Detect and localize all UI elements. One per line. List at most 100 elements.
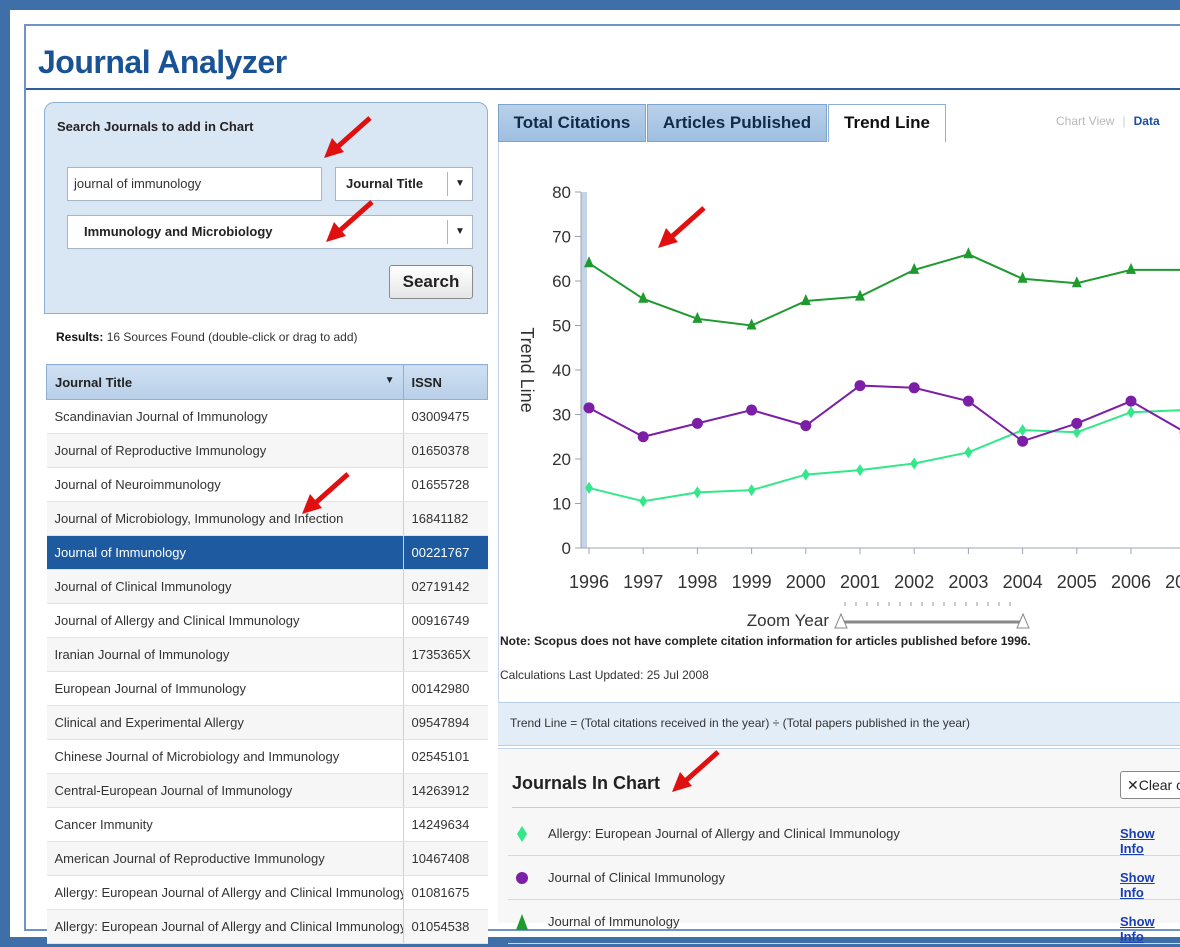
table-row[interactable]: Central-European Journal of Immunology 14… — [46, 773, 488, 808]
tab-articles-published[interactable]: Articles Published — [647, 104, 827, 142]
search-panel: Search Journals to add in Chart journal … — [44, 102, 488, 314]
data-point — [800, 420, 812, 432]
y-axis-label: Trend Line — [517, 327, 537, 412]
results-summary: Results: 16 Sources Found (double-click … — [56, 330, 358, 344]
table-row[interactable]: Allergy: European Journal of Allergy and… — [46, 875, 488, 910]
data-point — [800, 294, 811, 306]
data-point — [1017, 435, 1029, 447]
y-tick-label: 30 — [552, 406, 571, 425]
journal-title-cell: Cancer Immunity — [46, 807, 403, 842]
journal-title-cell: Iranian Journal of Immunology — [46, 637, 403, 672]
journals-in-chart-panel: Journals In Chart ✕Clear c Allergy: Euro… — [498, 748, 1180, 944]
search-button[interactable]: Search — [389, 265, 473, 299]
chart-panel: 0 10 20 30 40 50 60 70 80 Trend Line 1996 1997 1998 1… — [498, 142, 1180, 702]
data-point — [637, 431, 649, 443]
show-info-link[interactable]: Show Info — [1120, 914, 1180, 944]
search-input[interactable]: journal of immunology — [67, 167, 322, 201]
table-row[interactable]: European Journal of Immunology 00142980 — [46, 671, 488, 706]
table-row[interactable]: Cancer Immunity 14249634 — [46, 807, 488, 842]
table-row[interactable]: Journal of Reproductive Immunology 016503… — [46, 433, 488, 468]
zoom-year-label: Zoom Year — [747, 611, 830, 630]
data-point — [801, 468, 810, 481]
data-point — [1125, 395, 1137, 407]
series-line — [588, 384, 1180, 443]
data-point — [1127, 406, 1135, 419]
tab-total-citations[interactable]: Total Citations — [498, 104, 646, 142]
x-tick-label: 1998 — [677, 572, 717, 592]
journal-in-chart-row: Journal of Immunology Show Info — [508, 901, 1180, 944]
data-point — [639, 495, 648, 508]
y-tick-label: 10 — [552, 495, 571, 514]
data-point — [746, 404, 758, 416]
x-tick-label: 2005 — [1057, 572, 1097, 592]
trend-line-chart: 0 10 20 30 40 50 60 70 80 Trend Line 1996 1997 1998 1… — [517, 183, 1180, 630]
subject-select-value: Immunology and Microbiology — [84, 224, 273, 239]
app-container: Journal Analyzer Search Journals to add … — [24, 24, 1180, 944]
results-table: Journal Title ▼ ISSN Scandinavian Journa… — [46, 364, 488, 944]
journal-in-chart-row: Journal of Clinical Immunology Show Info — [508, 857, 1180, 900]
issn-cell: 00916749 — [402, 603, 488, 638]
show-info-link[interactable]: Show Info — [1120, 826, 1180, 856]
data-point — [856, 464, 864, 477]
field-select-value: Journal Title — [346, 176, 424, 191]
journal-name: Journal of Immunology — [548, 914, 680, 929]
x-tick-label: 2006 — [1111, 572, 1151, 592]
diamond-marker-icon — [514, 826, 530, 842]
journal-name: Journal of Clinical Immunology — [548, 870, 726, 885]
data-point — [854, 380, 866, 392]
results-label: Results: — [56, 330, 104, 344]
x-tick-label: 2001 — [840, 572, 880, 592]
issn-cell: 02545101 — [402, 739, 488, 774]
journal-name: Allergy: European Journal of Allergy and… — [548, 826, 900, 841]
chart-view-link[interactable]: Chart View — [1056, 114, 1114, 128]
journal-title-cell: Allergy: European Journal of Allergy and… — [46, 875, 403, 910]
annotation-arrow-icon — [326, 200, 374, 242]
issn-cell: 14249634 — [402, 807, 488, 842]
table-row[interactable]: Journal of Immunology 00221767 — [46, 535, 488, 570]
journal-title-cell: Journal of Allergy and Clinical Immunolo… — [46, 603, 403, 638]
results-count-text: 16 Sources Found (double-click or drag t… — [106, 330, 358, 344]
issn-cell: 03009475 — [402, 399, 488, 434]
issn-cell: 01054538 — [402, 909, 488, 944]
table-row[interactable]: American Journal of Reproductive Immunol… — [46, 841, 488, 876]
journal-title-cell: Allergy: European Journal of Allergy and… — [46, 909, 403, 944]
y-tick-label: 50 — [552, 317, 571, 336]
y-tick-label: 60 — [552, 272, 571, 291]
y-tick-label: 70 — [552, 228, 571, 247]
clear-chart-button[interactable]: ✕Clear c — [1120, 771, 1180, 799]
data-point — [1071, 417, 1083, 429]
data-point — [910, 457, 919, 470]
table-row[interactable]: Allergy: European Journal of Allergy and… — [46, 909, 488, 944]
table-row[interactable]: Scandinavian Journal of Immunology 030094… — [46, 399, 488, 434]
x-tick-label: 2000 — [786, 572, 826, 592]
issn-cell: 14263912 — [402, 773, 488, 808]
show-info-link[interactable]: Show Info — [1120, 870, 1180, 900]
issn-cell: 10467408 — [402, 841, 488, 876]
last-updated: Calculations Last Updated: 25 Jul 2008 — [500, 668, 709, 682]
series-line — [588, 409, 1180, 503]
table-row[interactable]: Clinical and Experimental Allergy 0954789… — [46, 705, 488, 740]
axis-band — [581, 192, 587, 548]
column-header-title[interactable]: Journal Title ▼ — [46, 364, 404, 400]
issn-cell: 01081675 — [402, 875, 488, 910]
issn-cell: 00221767 — [402, 535, 488, 570]
table-row[interactable]: Journal of Clinical Immunology 02719142 — [46, 569, 488, 604]
journal-title-cell: Chinese Journal of Microbiology and Immu… — [46, 739, 403, 774]
table-row[interactable]: Iranian Journal of Immunology 1735365X — [46, 637, 488, 672]
data-point — [964, 446, 973, 459]
issn-cell: 00142980 — [402, 671, 488, 706]
table-row[interactable]: Chinese Journal of Microbiology and Immu… — [46, 739, 488, 774]
annotation-arrow-icon — [672, 750, 720, 792]
search-heading: Search Journals to add in Chart — [57, 119, 254, 134]
subject-select[interactable]: Immunology and Microbiology ▼ — [67, 215, 473, 249]
data-view-link[interactable]: Data — [1134, 114, 1160, 128]
jic-divider — [512, 807, 1180, 808]
data-point — [583, 402, 595, 414]
table-row[interactable]: Journal of Neuroimmunology 01655728 — [46, 467, 488, 502]
table-row[interactable]: Journal of Allergy and Clinical Immunolo… — [46, 603, 488, 638]
x-tick-label: 1999 — [732, 572, 772, 592]
window-frame: Journal Analyzer Search Journals to add … — [0, 0, 1180, 947]
data-point — [963, 247, 974, 259]
column-header-issn[interactable]: ISSN — [402, 364, 488, 400]
table-row[interactable]: Journal of Microbiology, Immunology and … — [46, 501, 488, 536]
